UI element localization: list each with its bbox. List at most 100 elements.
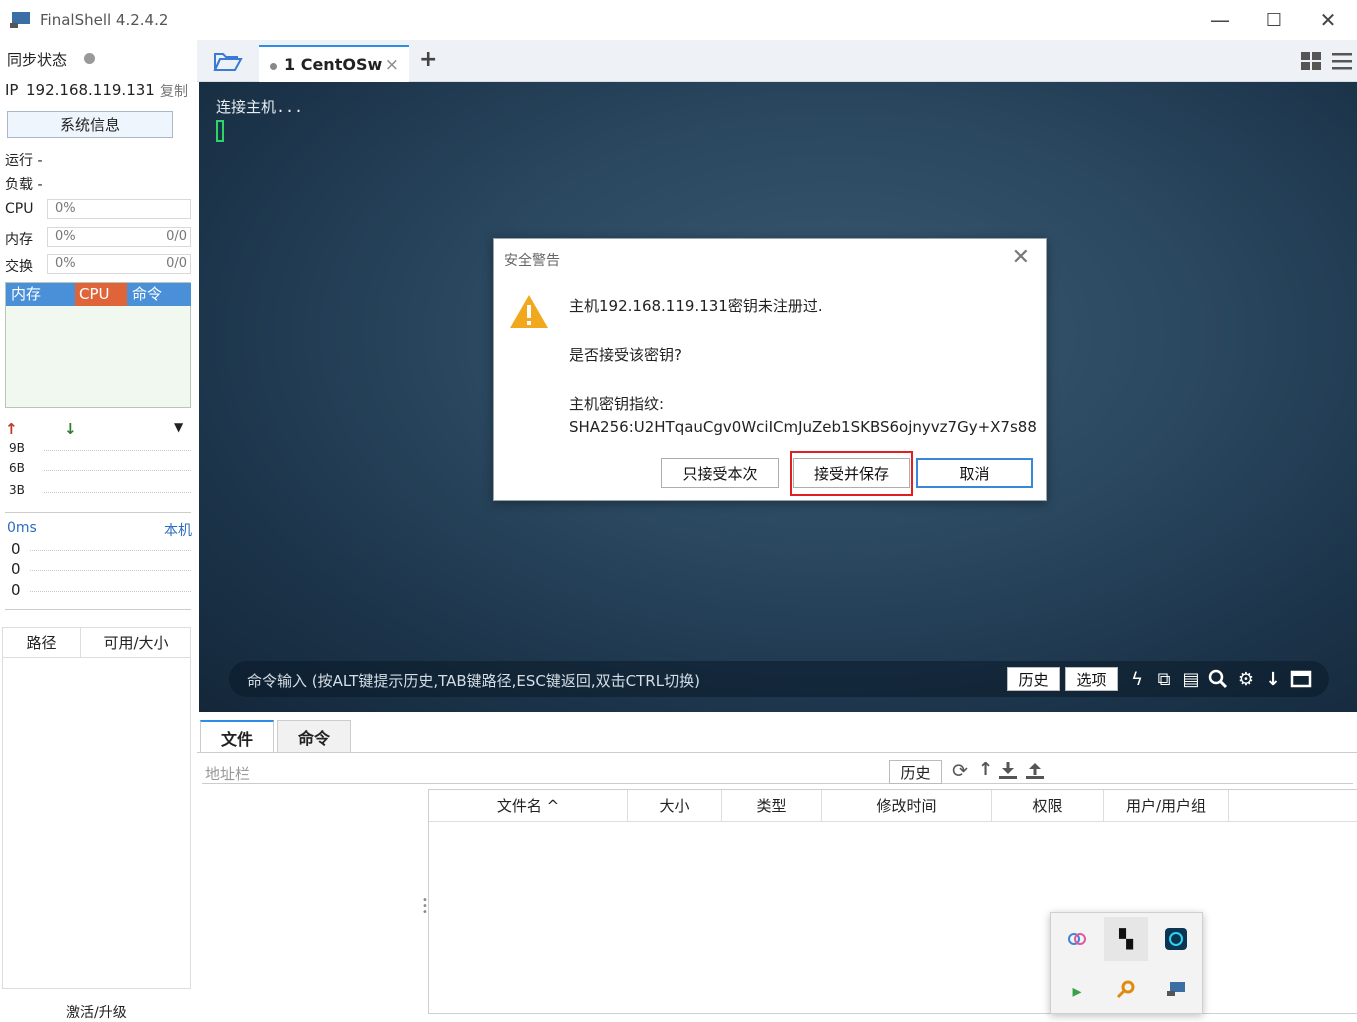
maximize-icon: ☐ bbox=[1265, 9, 1283, 31]
divider bbox=[197, 752, 1357, 753]
divider bbox=[5, 512, 191, 513]
address-bar[interactable]: 地址栏 bbox=[202, 760, 1353, 784]
dialog-message-question: 是否接受该密钥? bbox=[569, 346, 682, 364]
disk-col-size[interactable]: 可用/大小 bbox=[81, 628, 191, 658]
highlight-box bbox=[790, 451, 913, 496]
tray-app-icon[interactable]: ▚ bbox=[1104, 917, 1148, 961]
latency-host: 本机 bbox=[164, 523, 192, 539]
tab-files[interactable]: 文件 bbox=[200, 720, 274, 753]
minimize-button[interactable]: — bbox=[1193, 0, 1247, 40]
proc-tab-mem[interactable]: 内存 bbox=[6, 283, 75, 306]
latency-value: 0 bbox=[11, 560, 21, 578]
dialog-close-icon[interactable]: ✕ bbox=[1012, 245, 1030, 270]
mem-label: 内存 bbox=[5, 232, 33, 248]
copy-icon[interactable]: ⧉ bbox=[1152, 667, 1176, 691]
network-select-icon[interactable]: ▼ bbox=[174, 420, 183, 434]
folder-open-icon[interactable] bbox=[213, 50, 243, 72]
mem-meter: 0% 0/0 bbox=[47, 227, 191, 247]
dialog-fingerprint-value: SHA256:U2HTqauCgv0WciICmJuZeb1SKBS6ojnyv… bbox=[569, 418, 1037, 436]
session-tab-bar: 1 CentOSw × + bbox=[197, 40, 1357, 82]
system-tray-overflow: ▚ ▸ bbox=[1050, 912, 1203, 1014]
swap-meter: 0% 0/0 bbox=[47, 254, 191, 274]
window-title: FinalShell 4.2.4.2 bbox=[40, 11, 169, 29]
mem-ratio: 0/0 bbox=[166, 229, 187, 244]
latency-label: 0ms bbox=[7, 520, 37, 536]
paste-icon[interactable]: ▤ bbox=[1179, 667, 1203, 691]
ip-label: IP bbox=[5, 81, 19, 99]
cpu-meter: 0% bbox=[47, 199, 191, 219]
grid-line bbox=[30, 591, 191, 592]
col-filename[interactable]: 文件名 ^ bbox=[429, 790, 628, 821]
tab-commands[interactable]: 命令 bbox=[277, 720, 351, 753]
grid-line bbox=[44, 470, 191, 471]
upload-arrow-icon: ↑ bbox=[5, 420, 18, 438]
process-table: 内存 CPU 命令 bbox=[5, 282, 191, 408]
command-input-hint[interactable]: 命令输入 (按ALT键提示历史,TAB键路径,ESC键返回,双击CTRL切换) bbox=[247, 670, 700, 691]
sync-status-label: 同步状态 bbox=[7, 51, 68, 69]
net-tick: 9B bbox=[9, 441, 25, 455]
terminal-output: 连接主机... bbox=[216, 98, 304, 116]
tab-session-centos[interactable]: 1 CentOSw × bbox=[259, 45, 409, 82]
grid-line bbox=[30, 570, 191, 571]
col-owner[interactable]: 用户/用户组 bbox=[1104, 790, 1229, 821]
download-icon[interactable] bbox=[998, 762, 1018, 780]
dialog-title: 安全警告 bbox=[504, 253, 560, 269]
header-divider bbox=[429, 821, 1357, 822]
history-button[interactable]: 历史 bbox=[1007, 667, 1060, 691]
terminal-cursor bbox=[216, 120, 224, 142]
parent-folder-icon[interactable]: ↑ bbox=[978, 759, 993, 780]
accept-once-button[interactable]: 只接受本次 bbox=[661, 458, 779, 488]
tray-finalshell-icon[interactable] bbox=[1154, 967, 1198, 1011]
grid-view-icon[interactable] bbox=[1301, 52, 1321, 70]
close-window-button[interactable]: ✕ bbox=[1301, 0, 1355, 40]
add-tab-icon[interactable]: + bbox=[419, 47, 437, 72]
activate-upgrade-link[interactable]: 激活/升级 bbox=[66, 1002, 127, 1022]
options-button[interactable]: 选项 bbox=[1065, 667, 1118, 691]
dialog-fingerprint-label: 主机密钥指纹: bbox=[569, 395, 665, 413]
cancel-button[interactable]: 取消 bbox=[916, 458, 1033, 488]
command-input-bar[interactable]: 命令输入 (按ALT键提示历史,TAB键路径,ESC键返回,双击CTRL切换) … bbox=[229, 661, 1329, 697]
lightning-icon[interactable]: ϟ bbox=[1125, 667, 1149, 691]
grid-line bbox=[30, 550, 191, 551]
window-icon[interactable] bbox=[1289, 667, 1313, 691]
mem-percent: 0% bbox=[55, 229, 76, 244]
swap-label: 交换 bbox=[5, 259, 33, 275]
sidebar: 同步状态 IP 192.168.119.131 复制 系统信息 运行 - 负载 … bbox=[0, 40, 197, 1021]
warning-icon bbox=[510, 295, 548, 328]
divider bbox=[5, 609, 191, 610]
maximize-button[interactable]: ☐ bbox=[1247, 0, 1301, 40]
proc-tab-cmd[interactable]: 命令 bbox=[127, 283, 191, 306]
menu-icon[interactable] bbox=[1332, 52, 1352, 70]
session-status-dot bbox=[270, 63, 277, 70]
tab-close-icon[interactable]: × bbox=[385, 55, 399, 75]
close-icon: ✕ bbox=[1319, 8, 1337, 32]
proc-tab-cpu[interactable]: CPU bbox=[75, 283, 127, 306]
latency-value: 0 bbox=[11, 581, 21, 599]
tray-app-icon[interactable] bbox=[1055, 917, 1099, 961]
net-tick: 6B bbox=[9, 461, 25, 475]
system-info-button[interactable]: 系统信息 bbox=[7, 111, 173, 138]
tray-app-icon[interactable] bbox=[1154, 917, 1198, 961]
file-history-button[interactable]: 历史 bbox=[889, 760, 942, 784]
tray-app-icon[interactable]: ▸ bbox=[1055, 969, 1099, 1013]
gear-icon[interactable]: ⚙ bbox=[1234, 667, 1258, 691]
col-permissions[interactable]: 权限 bbox=[992, 790, 1104, 821]
upload-icon[interactable] bbox=[1025, 762, 1045, 780]
arrow-down-icon[interactable]: ↓ bbox=[1261, 667, 1285, 691]
dialog-message-host: 主机192.168.119.131密钥未注册过. bbox=[569, 297, 823, 315]
tab-label: 1 CentOSw bbox=[284, 55, 383, 74]
swap-ratio: 0/0 bbox=[166, 256, 187, 271]
search-icon[interactable] bbox=[1206, 667, 1230, 691]
uptime-label: 运行 - bbox=[5, 153, 43, 169]
col-size[interactable]: 大小 bbox=[628, 790, 722, 821]
copy-ip-link[interactable]: 复制 bbox=[160, 81, 188, 101]
app-logo-icon bbox=[10, 12, 30, 28]
col-type[interactable]: 类型 bbox=[722, 790, 822, 821]
sync-status-dot bbox=[84, 53, 95, 64]
security-warning-dialog: 安全警告 ✕ 主机192.168.119.131密钥未注册过. 是否接受该密钥?… bbox=[493, 238, 1047, 501]
title-bar: FinalShell 4.2.4.2 — ☐ ✕ bbox=[0, 0, 1357, 40]
disk-col-path[interactable]: 路径 bbox=[3, 628, 81, 658]
col-modified[interactable]: 修改时间 bbox=[822, 790, 992, 821]
refresh-icon[interactable]: ⟳ bbox=[952, 760, 968, 782]
tray-search-app-icon[interactable] bbox=[1104, 967, 1148, 1011]
